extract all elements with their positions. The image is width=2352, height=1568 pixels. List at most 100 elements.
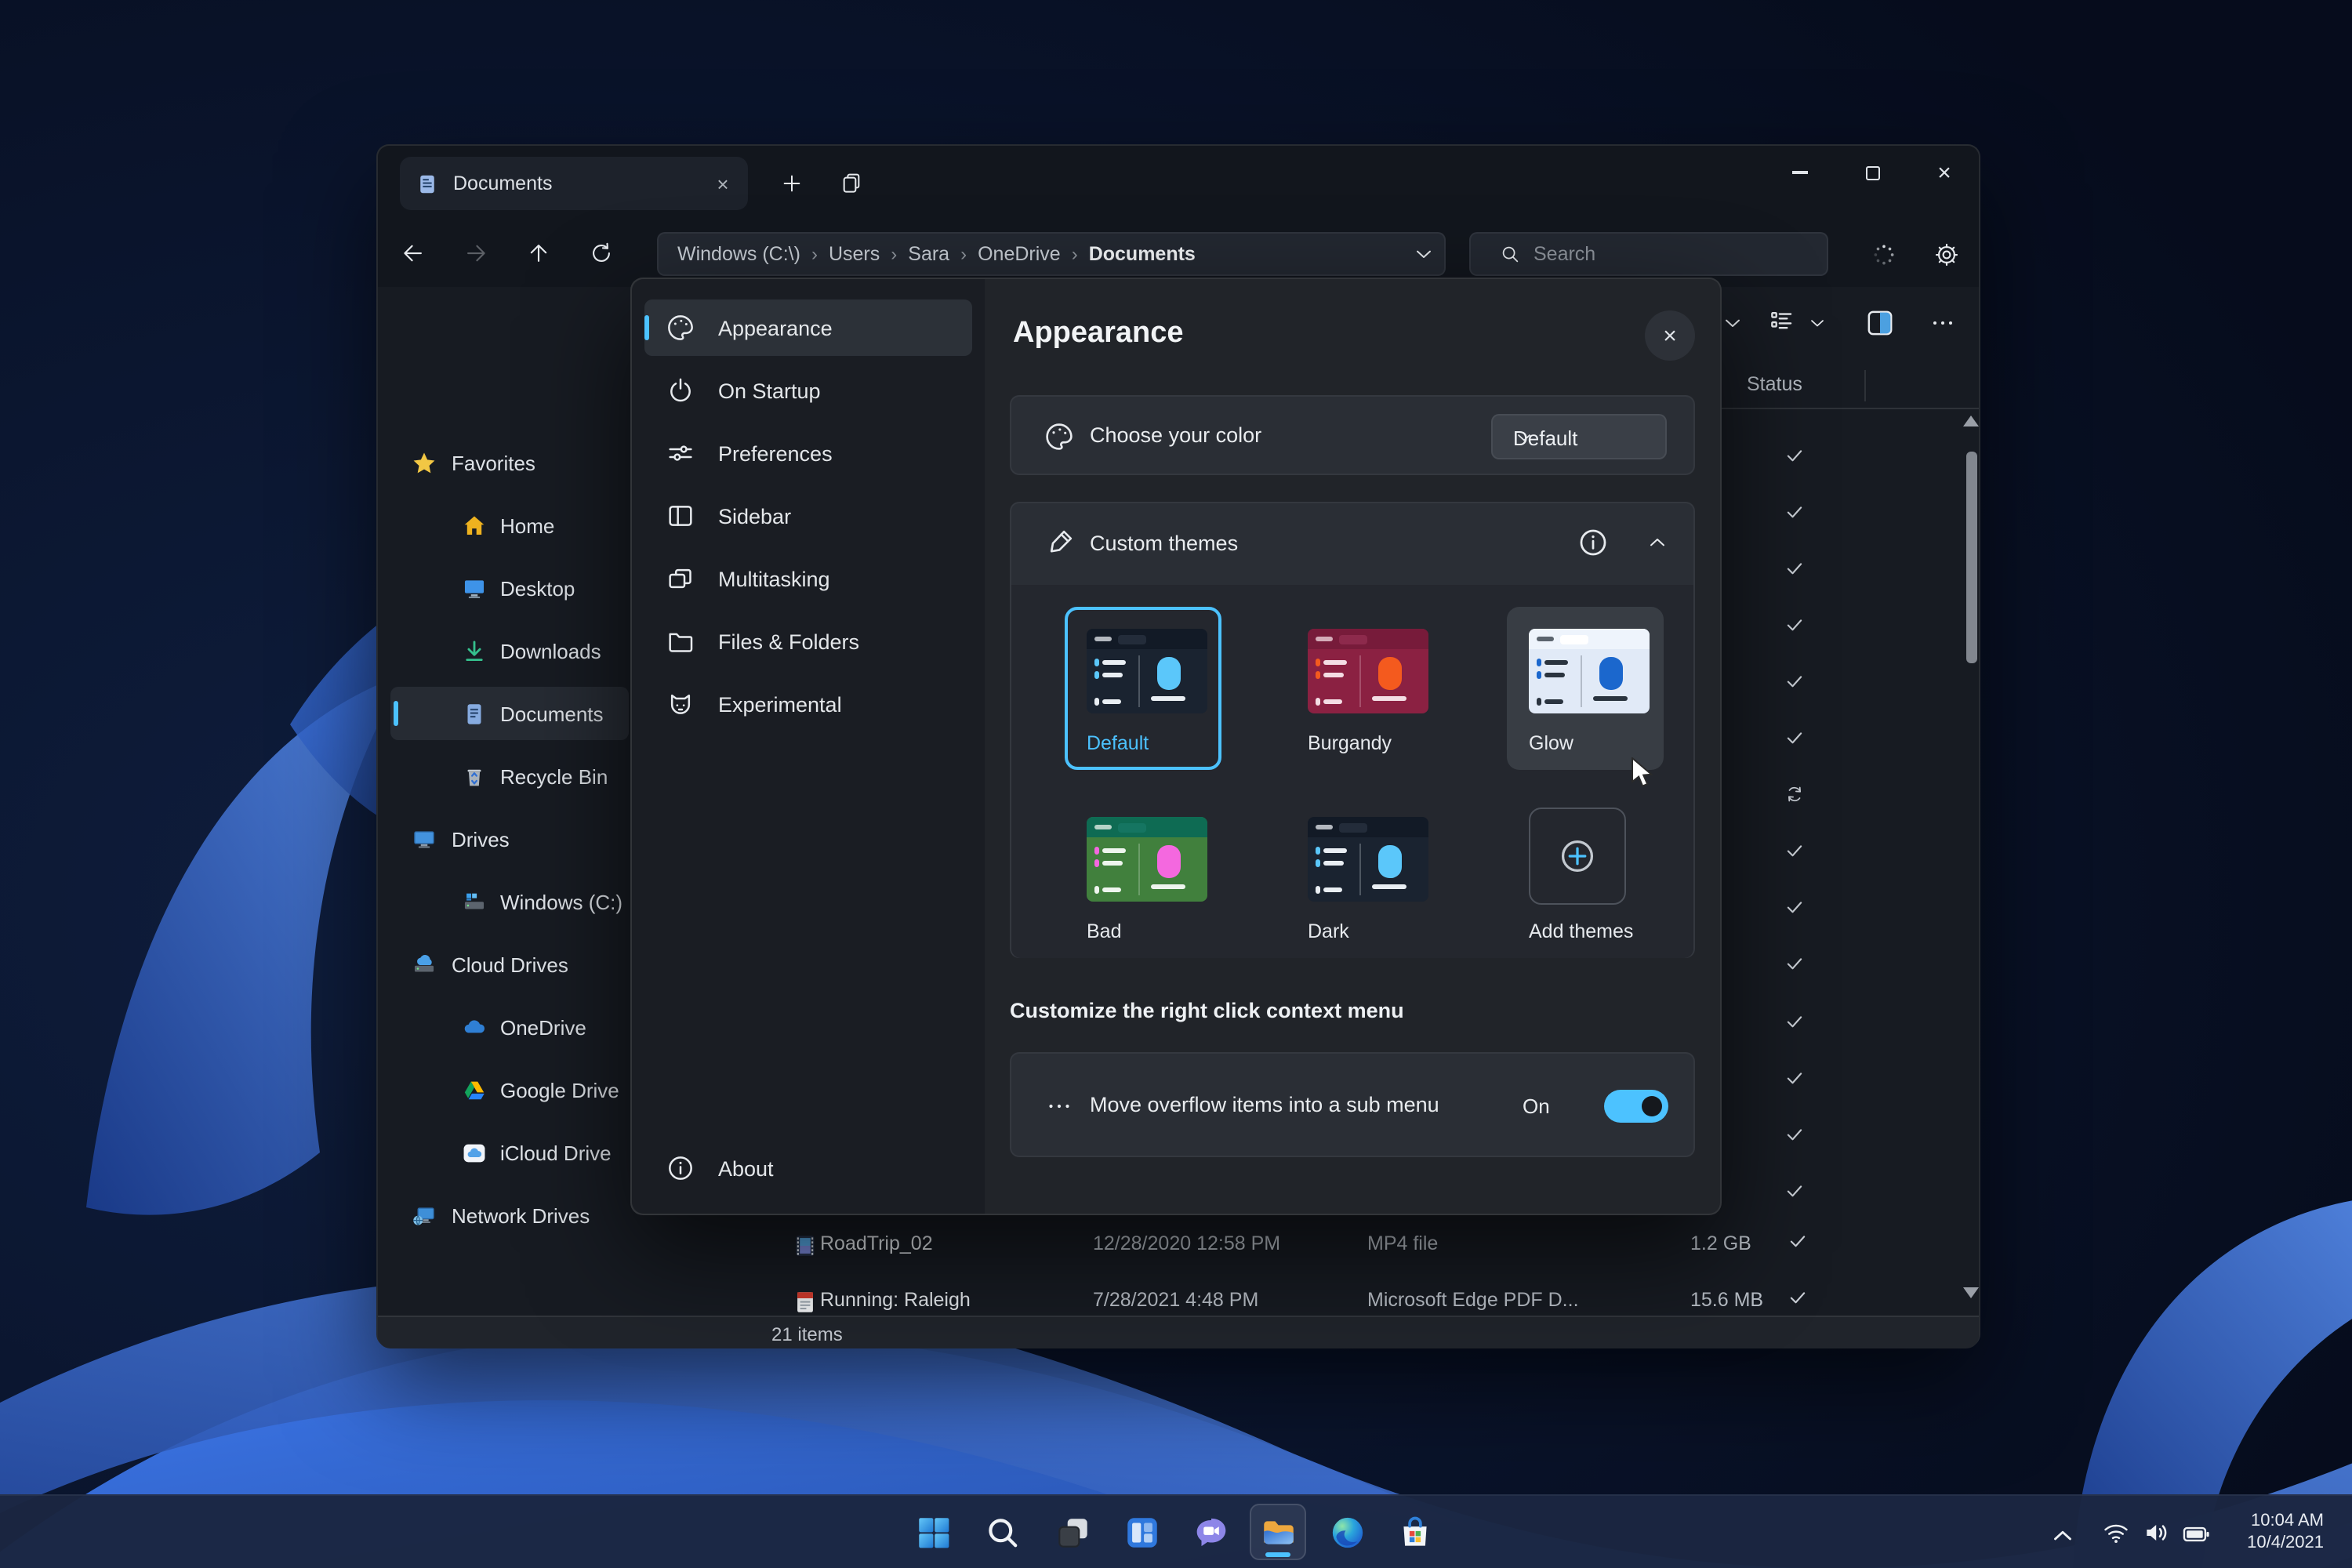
- file-date: 7/28/2021 4:48 PM: [1093, 1289, 1258, 1311]
- maximize-button[interactable]: [1838, 146, 1907, 199]
- dialog-title: Appearance: [1013, 317, 1184, 351]
- window-close-button[interactable]: ×: [1910, 146, 1979, 199]
- file-name: Running: Raleigh: [820, 1289, 971, 1311]
- layout-chevron-icon[interactable]: [1806, 312, 1828, 334]
- taskbar-store-button[interactable]: [1386, 1504, 1443, 1560]
- theme-card-burgandy[interactable]: Burgandy: [1286, 607, 1443, 770]
- back-button[interactable]: [389, 229, 436, 276]
- column-header-status[interactable]: Status: [1747, 373, 1802, 395]
- tab-close-icon[interactable]: ×: [707, 168, 739, 199]
- refresh-button[interactable]: [577, 229, 624, 276]
- status-check-icon: [1773, 830, 1814, 871]
- multitask-icon: [665, 563, 696, 594]
- plus-icon: [779, 171, 804, 196]
- status-check-icon: [1773, 547, 1814, 588]
- theme-thumbnail: [1087, 629, 1207, 713]
- tab-title: Documents: [453, 172, 707, 194]
- preview-pane-button[interactable]: [1864, 307, 1896, 339]
- breadcrumb-segment[interactable]: Sara: [908, 243, 949, 265]
- taskbar-files-button[interactable]: [1250, 1504, 1306, 1560]
- taskbar-start-button[interactable]: [905, 1504, 961, 1560]
- settings-gear-button[interactable]: [1922, 230, 1969, 278]
- mouse-cursor: [1631, 757, 1659, 789]
- taskbar-search-button[interactable]: [974, 1504, 1030, 1560]
- status-check-icon: [1773, 1000, 1814, 1041]
- theme-card-default[interactable]: Default: [1065, 607, 1221, 770]
- file-row[interactable]: Running: Raleigh7/28/2021 4:48 PMMicroso…: [637, 1273, 1957, 1316]
- add-themes-button[interactable]: Add themes: [1507, 795, 1664, 958]
- column-divider[interactable]: [1864, 370, 1866, 401]
- settings-nav-files-folders[interactable]: Files & Folders: [644, 613, 972, 670]
- search-input[interactable]: Search: [1469, 232, 1828, 276]
- collapse-section-button[interactable]: [1645, 530, 1670, 555]
- hidden-icons-chevron[interactable]: [2048, 1521, 2078, 1551]
- layout-list-button[interactable]: [1767, 307, 1797, 337]
- breadcrumb-segment[interactable]: Windows (C:\): [677, 243, 800, 265]
- toggle-state-label: On: [1523, 1094, 1550, 1118]
- more-options-button[interactable]: [1927, 307, 1958, 339]
- settings-nav-about[interactable]: About: [644, 1140, 972, 1196]
- overflow-toggle[interactable]: [1604, 1090, 1668, 1123]
- taskbar-chat-button[interactable]: [1182, 1504, 1239, 1560]
- themes-info-button[interactable]: [1576, 525, 1610, 560]
- theme-card-bad[interactable]: Bad: [1065, 795, 1221, 958]
- file-row[interactable]: RoadTrip_0212/28/2020 12:58 PMMP4 file1.…: [637, 1217, 1957, 1273]
- breadcrumb-segment[interactable]: Documents: [1089, 243, 1196, 265]
- settings-nav-on-startup[interactable]: On Startup: [644, 362, 972, 419]
- battery-icon[interactable]: [2181, 1519, 2211, 1549]
- scroll-up-arrow[interactable]: [1963, 416, 1979, 426]
- duplicate-tab-button[interactable]: [831, 163, 872, 204]
- settings-nav-label: Appearance: [718, 316, 833, 339]
- add-themes-box[interactable]: [1529, 808, 1626, 905]
- power-icon: [665, 375, 696, 406]
- taskbar-task-view-button[interactable]: [1044, 1504, 1101, 1560]
- folder-icon: [665, 626, 696, 657]
- settings-nav-multitasking[interactable]: Multitasking: [644, 550, 972, 607]
- settings-nav-label: Sidebar: [718, 504, 791, 528]
- context-menu-heading: Customize the right click context menu: [1010, 999, 1404, 1022]
- tab-documents[interactable]: Documents ×: [400, 157, 748, 210]
- breadcrumb-segment[interactable]: Users: [829, 243, 880, 265]
- forward-button[interactable]: [452, 229, 499, 276]
- address-dropdown-chevron-icon[interactable]: [1411, 241, 1436, 267]
- settings-nav-sidebar[interactable]: Sidebar: [644, 488, 972, 544]
- breadcrumb-segment[interactable]: OneDrive: [978, 243, 1061, 265]
- close-icon: ×: [1663, 322, 1677, 349]
- view-chevron-button[interactable]: [1720, 309, 1745, 337]
- wifi-icon[interactable]: [2101, 1518, 2131, 1548]
- taskbar-edge-button[interactable]: [1319, 1504, 1375, 1560]
- scroll-down-arrow[interactable]: [1963, 1287, 1979, 1298]
- theme-card-glow[interactable]: Glow: [1507, 607, 1664, 770]
- taskbar: 10:04 AM 10/4/2021: [0, 1494, 2352, 1568]
- info-icon: [665, 1152, 696, 1184]
- minimize-button[interactable]: [1766, 146, 1835, 199]
- clock[interactable]: 10:04 AM 10/4/2021: [2208, 1510, 2324, 1554]
- settings-nav-experimental[interactable]: Experimental: [644, 676, 972, 732]
- theme-card-dark[interactable]: Dark: [1286, 795, 1443, 958]
- sidebar-icon: [665, 500, 696, 532]
- scrollbar-thumb[interactable]: [1966, 452, 1977, 663]
- breadcrumb[interactable]: Windows (C:\)›Users›Sara›OneDrive›Docume…: [657, 232, 1446, 276]
- settings-nav-label: Multitasking: [718, 567, 830, 590]
- info-icon: [1576, 525, 1610, 560]
- dialog-close-button[interactable]: ×: [1645, 310, 1695, 361]
- theme-name: Bad: [1087, 920, 1122, 942]
- store-icon: [1395, 1512, 1434, 1552]
- status-check-icon: [1773, 944, 1814, 985]
- video-file-icon: [792, 1231, 818, 1261]
- settings-nav-label: About: [718, 1156, 774, 1180]
- settings-nav-appearance[interactable]: Appearance: [644, 299, 972, 356]
- volume-icon[interactable]: [2142, 1518, 2172, 1548]
- list-view-icon: [1767, 307, 1797, 337]
- new-tab-button[interactable]: [771, 163, 812, 204]
- brush-icon: [1043, 527, 1076, 560]
- color-dropdown[interactable]: Default: [1491, 414, 1667, 459]
- taskbar-widgets-button[interactable]: [1113, 1504, 1170, 1560]
- settings-nav-preferences[interactable]: Preferences: [644, 425, 972, 481]
- start-icon: [913, 1512, 953, 1552]
- custom-themes-card: Custom themes Default: [1010, 502, 1695, 958]
- theme-thumbnail: [1308, 817, 1428, 902]
- palette-icon: [1043, 420, 1076, 453]
- up-button[interactable]: [514, 229, 561, 276]
- toggle-knob: [1642, 1096, 1662, 1116]
